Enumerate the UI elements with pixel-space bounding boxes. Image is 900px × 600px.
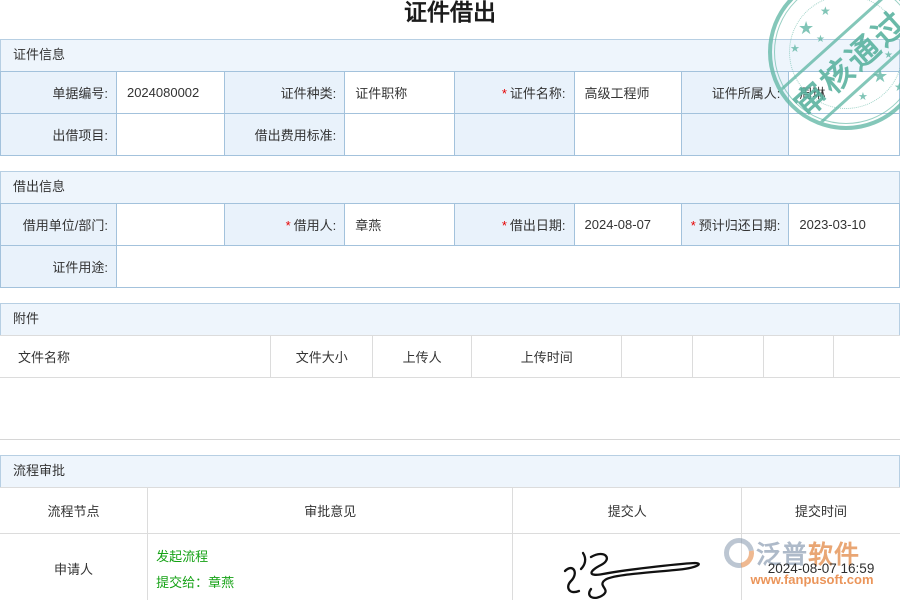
empty-value-cell — [574, 114, 682, 156]
empty-value-cell — [789, 114, 900, 156]
approval-time-cell: 2024-08-07 16:59 — [742, 534, 900, 600]
workflow-submit-to-text: 提交给：章燕 — [156, 570, 512, 596]
approval-opinion-cell: 发起流程 提交给：章燕 — [148, 534, 513, 600]
approval-row: 申请人 发起流程 提交给：章燕 2024-08-07 16:59 — [0, 534, 900, 600]
lend-date-value: 2024-08-07 — [574, 204, 682, 246]
lend-fee-label: 借出费用标准: — [224, 114, 344, 156]
borrow-dept-value — [116, 204, 224, 246]
attachments-table: 文件名称 文件大小 上传人 上传时间 — [0, 335, 900, 378]
section-title-certificate-info: 证件信息 — [0, 39, 900, 71]
attachment-header-uploadtime: 上传时间 — [472, 336, 622, 378]
lend-date-label: *借出日期: — [454, 204, 574, 246]
approval-table: 流程节点 审批意见 提交人 提交时间 申请人 发起流程 提交给：章燕 — [0, 487, 900, 600]
attachment-header-empty — [833, 336, 900, 378]
attachment-header-empty — [693, 336, 763, 378]
approval-header-time: 提交时间 — [742, 488, 900, 534]
doc-no-label: 单据编号: — [1, 72, 117, 114]
section-approval: 流程审批 流程节点 审批意见 提交人 提交时间 申请人 发起流程 提交给：章燕 — [0, 455, 900, 600]
section-certificate-info: 证件信息 单据编号: 2024080002 证件种类: 证件职称 *证件名称: … — [0, 39, 900, 156]
cert-type-label: 证件种类: — [224, 72, 344, 114]
doc-no-value: 2024080002 — [116, 72, 224, 114]
approval-node-value: 申请人 — [0, 534, 148, 600]
certificate-lending-page: 证件借出 证件信息 单据编号: 2024080002 证件种类: 证件职称 *证… — [0, 0, 900, 600]
borrower-value: 章燕 — [345, 204, 455, 246]
lend-project-label: 出借项目: — [1, 114, 117, 156]
workflow-start-text: 发起流程 — [156, 544, 512, 570]
attachment-header-filename: 文件名称 — [0, 336, 271, 378]
lend-fee-value — [345, 114, 455, 156]
lend-project-value — [116, 114, 224, 156]
cert-owner-value: 周琳 — [789, 72, 900, 114]
section-attachments: 附件 文件名称 文件大小 上传人 上传时间 — [0, 303, 900, 440]
empty-label-cell — [454, 114, 574, 156]
cert-owner-label: 证件所属人: — [682, 72, 789, 114]
section-lending-info: 借出信息 借用单位/部门: *借用人: 章燕 *借出日期: 2024-08-07… — [0, 171, 900, 288]
usage-label: 证件用途: — [1, 246, 117, 288]
borrower-label: *借用人: — [224, 204, 344, 246]
approval-header-submitter: 提交人 — [513, 488, 742, 534]
approval-header-node: 流程节点 — [0, 488, 148, 534]
empty-label-cell — [682, 114, 789, 156]
certificate-info-table: 单据编号: 2024080002 证件种类: 证件职称 *证件名称: 高级工程师… — [0, 71, 900, 156]
section-title-approval: 流程审批 — [0, 455, 900, 487]
submit-time-value: 2024-08-07 16:59 — [768, 561, 875, 576]
page-title: 证件借出 — [0, 0, 900, 39]
return-date-label: *预计归还日期: — [682, 204, 789, 246]
attachment-header-empty — [763, 336, 833, 378]
signature-image — [547, 543, 707, 600]
section-title-lending-info: 借出信息 — [0, 171, 900, 203]
cert-name-label: *证件名称: — [454, 72, 574, 114]
section-title-attachments: 附件 — [0, 303, 900, 335]
cert-type-value: 证件职称 — [345, 72, 455, 114]
attachment-header-uploader: 上传人 — [373, 336, 472, 378]
attachment-header-empty — [622, 336, 693, 378]
lending-info-table: 借用单位/部门: *借用人: 章燕 *借出日期: 2024-08-07 *预计归… — [0, 203, 900, 288]
attachment-header-filesize: 文件大小 — [271, 336, 373, 378]
return-date-value: 2023-03-10 — [789, 204, 900, 246]
usage-value — [116, 246, 899, 288]
approval-submitter-cell — [513, 534, 742, 600]
borrow-dept-label: 借用单位/部门: — [1, 204, 117, 246]
approval-header-opinion: 审批意见 — [148, 488, 513, 534]
attachments-empty-area — [0, 378, 900, 440]
cert-name-value: 高级工程师 — [574, 72, 682, 114]
